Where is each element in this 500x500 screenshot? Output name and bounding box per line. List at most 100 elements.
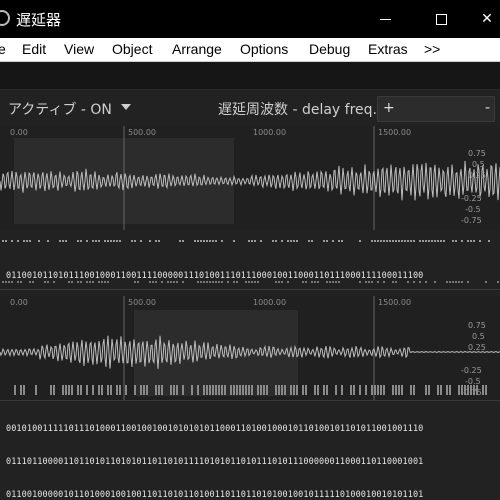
bit-mark (290, 240, 292, 242)
bit-mark (485, 281, 487, 283)
bit-mark (5, 281, 7, 283)
bit-mark (155, 385, 157, 395)
active-toggle[interactable]: アクティブ - ON (8, 99, 112, 119)
bit-mark (395, 385, 397, 395)
bit-mark (98, 281, 100, 283)
plus-icon[interactable]: + (383, 100, 395, 116)
bit-mark (359, 385, 361, 395)
bit-mark (260, 240, 262, 242)
bit-mark (383, 385, 385, 395)
scale-label: -0.75 (461, 216, 482, 225)
bit-mark (353, 385, 355, 395)
bit-mark (275, 385, 277, 395)
bit-mark (92, 281, 94, 283)
bit-mark (449, 281, 451, 283)
bit-mark (398, 385, 400, 395)
scale-label: 0.25 (468, 171, 486, 180)
delay-freq-input[interactable]: + - (377, 96, 495, 122)
bit-mark (80, 281, 82, 283)
bit-mark (242, 385, 244, 395)
bit-mark (314, 281, 316, 283)
bit-mark (86, 240, 88, 242)
minus-icon[interactable]: - (485, 100, 490, 116)
bit-mark (470, 385, 472, 395)
bit-mark (419, 240, 421, 242)
close-button[interactable]: ✕ (464, 0, 500, 38)
ruler-label: 0.00 (10, 298, 28, 307)
bit-mark (368, 281, 370, 283)
bit-mark (305, 281, 307, 283)
bit-mark (380, 240, 382, 242)
bit-mark (38, 240, 40, 242)
bit-mark (116, 240, 118, 242)
bit-mark (233, 385, 235, 395)
bit-mark (446, 385, 448, 395)
bit-mark (293, 385, 295, 395)
bit-mark (29, 281, 31, 283)
menu-options[interactable]: Options (240, 41, 288, 57)
bit-mark (23, 385, 25, 395)
bit-mark (212, 240, 214, 242)
menu-arrange[interactable]: Arrange (172, 41, 222, 57)
bit-mark (284, 385, 286, 395)
bit-mark (215, 281, 217, 283)
bit-mark (326, 385, 328, 395)
bit-mark (317, 281, 319, 283)
bit-mark (230, 385, 232, 395)
bit-mark (467, 385, 469, 395)
menu-more[interactable]: >> (424, 41, 440, 57)
menu-edit[interactable]: Edit (22, 41, 46, 57)
bit-mark (119, 240, 121, 242)
bit-mark (200, 240, 202, 242)
bit-mark (233, 240, 235, 242)
minimize-button[interactable] (362, 0, 408, 38)
bit-mark (374, 240, 376, 242)
menu-extras[interactable]: Extras (368, 41, 408, 57)
bit-mark (110, 240, 112, 242)
bit-mark (254, 281, 256, 283)
ruler-label: 0.00 (10, 128, 28, 137)
bit-mark (281, 281, 283, 283)
bit-mark (281, 385, 283, 395)
bit-mark (53, 385, 55, 395)
bit-mark (437, 385, 439, 395)
bit-mark (395, 281, 397, 283)
menu-file[interactable]: e (0, 41, 6, 57)
bit-mark (398, 240, 400, 242)
bit-mark (227, 281, 229, 283)
bit-mark (296, 240, 298, 242)
app-icon (0, 10, 10, 26)
menu-object[interactable]: Object (112, 41, 152, 57)
bit-mark (452, 240, 454, 242)
bit-mark (125, 385, 127, 395)
scale-label: 0.75 (468, 149, 486, 158)
bit-mark (341, 240, 343, 242)
chevron-down-icon[interactable] (121, 104, 131, 110)
bit-mark (95, 240, 97, 242)
bit-mark (53, 281, 55, 283)
bit-mark (107, 385, 109, 395)
bit-mark (311, 240, 313, 242)
bit-mark (182, 281, 184, 283)
menu-debug[interactable]: Debug (309, 41, 350, 57)
menu-view[interactable]: View (64, 41, 94, 57)
ruler-label: 1000.00 (253, 128, 286, 137)
bit-mark (170, 385, 172, 395)
bit-mark (257, 281, 259, 283)
bit-mark (104, 281, 106, 283)
bit-mark (386, 240, 388, 242)
bit-mark (374, 385, 376, 395)
bit-mark (215, 240, 217, 242)
bit-mark (413, 385, 415, 395)
bit-mark (71, 281, 73, 283)
bit-mark (113, 240, 115, 242)
bit-mark (173, 385, 175, 395)
bit-mark (350, 385, 352, 395)
bit-mark (365, 281, 367, 283)
bit-mark (281, 240, 283, 242)
waveform-display-top[interactable]: 0.00 500.00 1000.00 1500.00 0.75 0.5 0.2… (0, 126, 500, 230)
maximize-button[interactable] (418, 0, 464, 38)
bit-mark (209, 281, 211, 283)
ruler-label: 500.00 (128, 128, 156, 137)
bit-mark (239, 385, 241, 395)
